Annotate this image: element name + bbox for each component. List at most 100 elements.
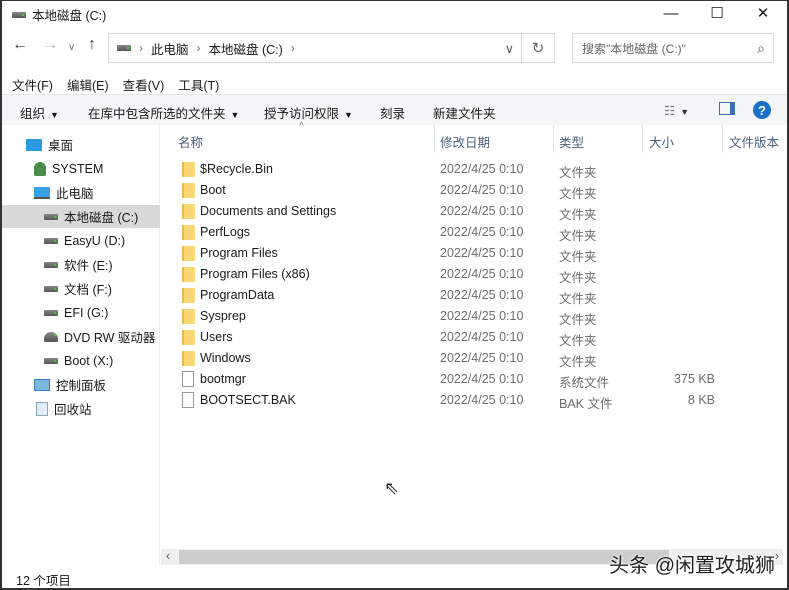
menu-view[interactable]: 查看(V) [123, 75, 165, 94]
breadcrumb-separator[interactable]: › [139, 41, 143, 55]
dropdown-icon: ▼ [230, 110, 240, 120]
preview-pane-icon[interactable] [719, 102, 735, 115]
column-divider[interactable] [434, 125, 435, 153]
breadcrumb-separator[interactable]: › [197, 41, 201, 55]
file-name: Users [200, 330, 233, 344]
breadcrumb-c-drive[interactable]: 本地磁盘 (C:) [209, 39, 283, 58]
sidebar-item-label: 回收站 [54, 403, 92, 417]
file-row[interactable]: Sysprep 2022/4/25 0:10 文件夹 [161, 306, 721, 327]
column-divider[interactable] [642, 125, 643, 153]
file-row[interactable]: Windows 2022/4/25 0:10 文件夹 [161, 348, 721, 369]
file-row[interactable]: bootmgr 2022/4/25 0:10 系统文件 375 KB [161, 369, 721, 390]
sidebar-item-label: 控制面板 [56, 379, 107, 393]
sidebar-item-g-drive[interactable]: EFI (G:) [2, 301, 160, 324]
sidebar-item-control-panel[interactable]: 控制面板 [2, 373, 160, 396]
back-icon[interactable]: ← [12, 36, 28, 54]
file-row[interactable]: Boot 2022/4/25 0:10 文件夹 [161, 180, 721, 201]
breadcrumb-this-pc[interactable]: 此电脑 [151, 39, 189, 58]
file-type: 文件夹 [559, 229, 597, 243]
sidebar-item-system[interactable]: SYSTEM [2, 157, 160, 180]
sort-ascending-icon: ^ [299, 121, 304, 132]
drive-icon [44, 285, 58, 292]
drive-icon [44, 213, 58, 220]
column-header-type[interactable]: 类型 [559, 132, 584, 151]
file-date: 2022/4/25 0:10 [440, 225, 524, 239]
include-library-label: 在库中包含所选的文件夹 [88, 107, 226, 121]
mouse-cursor-icon: ⇖ [384, 478, 400, 498]
sidebar-item-label: 软件 (E:) [64, 259, 113, 273]
column-header-name[interactable]: 名称 [178, 132, 203, 151]
file-name: BOOTSECT.BAK [200, 393, 296, 407]
menu-tools[interactable]: 工具(T) [178, 75, 219, 94]
sidebar-item-c-drive[interactable]: 本地磁盘 (C:) [2, 205, 160, 228]
minimize-button[interactable]: — [648, 0, 694, 26]
folder-icon [182, 162, 195, 177]
refresh-icon[interactable]: ↻ [521, 34, 554, 62]
column-header-size[interactable]: 大小 [649, 132, 674, 151]
file-type: 文件夹 [559, 313, 597, 327]
scroll-right-icon[interactable]: › [775, 549, 779, 563]
file-date: 2022/4/25 0:10 [440, 288, 524, 302]
sidebar-item-this-pc[interactable]: 此电脑 [2, 181, 160, 204]
help-icon[interactable]: ? [753, 101, 771, 119]
dvd-icon [44, 331, 58, 342]
column-divider[interactable] [722, 125, 723, 153]
address-bar[interactable]: › 此电脑 › 本地磁盘 (C:) › ∨ ↻ [108, 33, 555, 63]
file-row[interactable]: ProgramData 2022/4/25 0:10 文件夹 [161, 285, 721, 306]
up-icon[interactable]: ↑ [88, 36, 96, 54]
sidebar-item-f-drive[interactable]: 文档 (F:) [2, 277, 160, 300]
file-name: Program Files [200, 246, 278, 260]
folder-icon [182, 288, 195, 303]
file-type: 文件夹 [559, 334, 597, 348]
sidebar-item-x-drive[interactable]: Boot (X:) [2, 349, 160, 372]
sidebar-item-desktop[interactable]: 桌面 [2, 133, 160, 156]
close-button[interactable]: ✕ [740, 0, 786, 26]
file-row[interactable]: Program Files (x86) 2022/4/25 0:10 文件夹 [161, 264, 721, 285]
share-label: 授予访问权限 [264, 107, 340, 121]
file-date: 2022/4/25 0:10 [440, 351, 524, 365]
file-row[interactable]: Documents and Settings 2022/4/25 0:10 文件… [161, 201, 721, 222]
new-folder-button[interactable]: 新建文件夹 [433, 103, 496, 122]
search-input[interactable]: 搜索"本地磁盘 (C:)" ⌕ [572, 33, 774, 63]
file-icon [182, 392, 194, 408]
organize-button[interactable]: 组织 ▼ [20, 103, 59, 122]
address-dropdown-icon[interactable]: ∨ [505, 41, 514, 56]
file-name: Documents and Settings [200, 204, 337, 218]
file-row[interactable]: Users 2022/4/25 0:10 文件夹 [161, 327, 721, 348]
include-library-button[interactable]: 在库中包含所选的文件夹 ▼ [88, 103, 239, 122]
file-name: PerfLogs [200, 225, 251, 239]
sidebar-item-d-drive[interactable]: EasyU (D:) [2, 229, 160, 252]
menu-edit[interactable]: 编辑(E) [67, 75, 109, 94]
file-type: BAK 文件 [559, 397, 613, 411]
maximize-button[interactable]: ☐ [694, 0, 740, 26]
scroll-left-icon[interactable]: ‹ [166, 549, 170, 563]
sidebar-item-dvd-drive[interactable]: DVD RW 驱动器 [2, 325, 160, 348]
view-options-icon[interactable]: ☷ ▼ [664, 103, 689, 118]
sidebar-item-recycle-bin[interactable]: 回收站 [2, 397, 160, 420]
column-headers: ^ 名称 修改日期 类型 大小 文件版本 [161, 121, 787, 153]
share-button[interactable]: 授予访问权限 ▼ [264, 103, 353, 122]
column-header-date[interactable]: 修改日期 [440, 132, 490, 151]
file-row[interactable]: Program Files 2022/4/25 0:10 文件夹 [161, 243, 721, 264]
burn-button[interactable]: 刻录 [380, 103, 405, 122]
file-row[interactable]: PerfLogs 2022/4/25 0:10 文件夹 [161, 222, 721, 243]
menu-file[interactable]: 文件(F) [12, 75, 53, 94]
file-type: 文件夹 [559, 187, 597, 201]
drive-icon [44, 237, 58, 244]
forward-icon[interactable]: → [42, 36, 58, 54]
breadcrumb-separator[interactable]: › [291, 41, 295, 55]
sidebar-item-e-drive[interactable]: 软件 (E:) [2, 253, 160, 276]
search-icon[interactable]: ⌕ [757, 40, 765, 57]
user-icon [34, 161, 46, 176]
file-row[interactable]: $Recycle.Bin 2022/4/25 0:10 文件夹 [161, 159, 721, 180]
column-header-version[interactable]: 文件版本 [729, 132, 779, 151]
drive-icon [44, 261, 58, 268]
status-item-count: 12 个项目 [16, 574, 71, 588]
file-row[interactable]: BOOTSECT.BAK 2022/4/25 0:10 BAK 文件 8 KB [161, 390, 721, 411]
column-divider[interactable] [553, 125, 554, 153]
dropdown-icon: ▼ [344, 110, 353, 120]
file-icon [182, 371, 194, 387]
scrollbar-thumb[interactable] [179, 550, 669, 564]
recent-chevron-icon[interactable]: ∨ [68, 42, 75, 53]
title-bar: 本地磁盘 (C:) [12, 5, 106, 24]
